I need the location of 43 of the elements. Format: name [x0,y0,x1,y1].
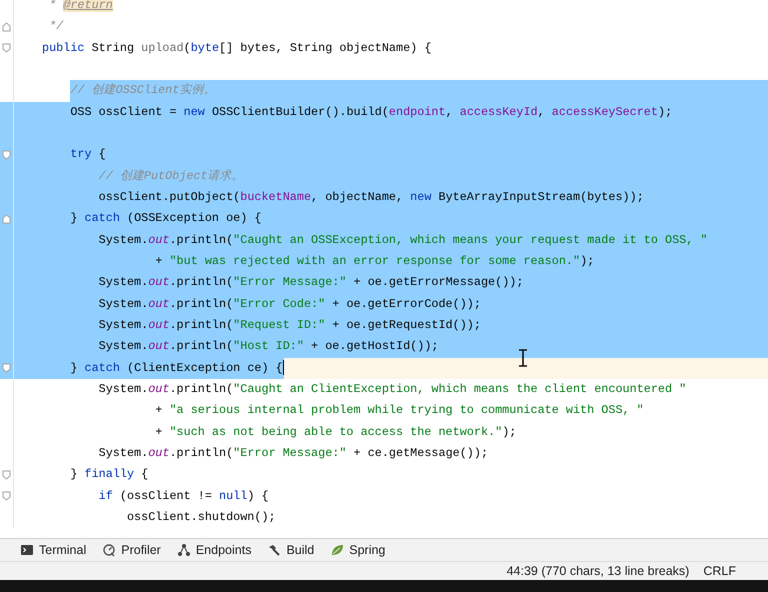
code-line: OSS ossClient = new OSSClientBuilder().build(endpoint, accessKeyId, accessKeySecret); [70,104,672,121]
terminal-icon [20,543,34,557]
caret-position[interactable]: 44:39 (770 chars, 13 line breaks) [506,564,690,578]
tool-window-tab[interactable]: Profiler [100,540,175,560]
text-caret [282,360,284,375]
tool-window-tab[interactable]: Build [265,540,328,560]
code-line: public String upload(byte[] bytes, String objectName) { [42,40,432,57]
code-line: ossClient.shutdown(); [126,508,276,526]
line-separator[interactable]: CRLF [703,564,736,578]
code-line: } catch (ClientException ce) { [70,358,284,377]
code-line: } catch (OSSException oe) { [70,210,262,228]
code-line: System.out.println("Request ID:" + oe.getRequestId()); [98,316,481,334]
tool-window-tab[interactable]: Spring [328,540,400,560]
code-line: if (ossClient != null) { [98,488,269,505]
code-comment: */ [49,18,64,36]
text-cursor-icon [517,349,529,367]
code-line: System.out.println("Error Message:" + oe.getErrorMessage()); [98,274,524,292]
code-line: + "but was rejected with an error response for some reason."); [155,252,594,270]
fold-icon[interactable] [2,150,11,160]
fold-icon[interactable] [2,363,11,374]
code-line: System.out.println("Caught an ClientException, which means the client encountered " [98,380,686,398]
code-line: } finally { [70,466,148,484]
code-comment: // 创建OSSClient实例。 [70,80,216,102]
tool-window-tab[interactable]: Endpoints [174,540,266,560]
hammer-icon [267,543,282,557]
code-line: try { [70,146,106,164]
code-line: + "such as not being able to access the network."); [155,424,516,441]
code-line: System.out.println("Error Code:" + oe.getErrorCode()); [98,296,481,313]
code-line: + "a serious internal problem while trying to communicate with OSS, " [155,402,644,420]
fold-icon[interactable] [2,43,11,54]
tool-window-tab[interactable]: Terminal [18,540,100,560]
code-line: System.out.println("Caught an OSSException, which means your request made it to OSS, " [98,232,708,249]
fold-end-icon[interactable] [2,22,11,32]
code-line: ossClient.putObject(bucketName, objectName, new ByteArrayInputStream(bytes)); [98,188,644,206]
code-line: System.out.println("Error Message:" + ce.getMessage()); [98,444,488,462]
gauge-icon [102,543,116,557]
code-comment: // 创建PutObject请求。 [98,168,244,185]
fold-icon[interactable] [2,470,11,480]
fold-icon[interactable] [2,491,11,502]
leaf-icon [330,543,344,557]
fold-end-icon[interactable] [2,214,11,224]
nodes-icon [176,543,191,557]
code-line: System.out.println("Host ID:" + oe.getHostId()); [98,338,438,356]
